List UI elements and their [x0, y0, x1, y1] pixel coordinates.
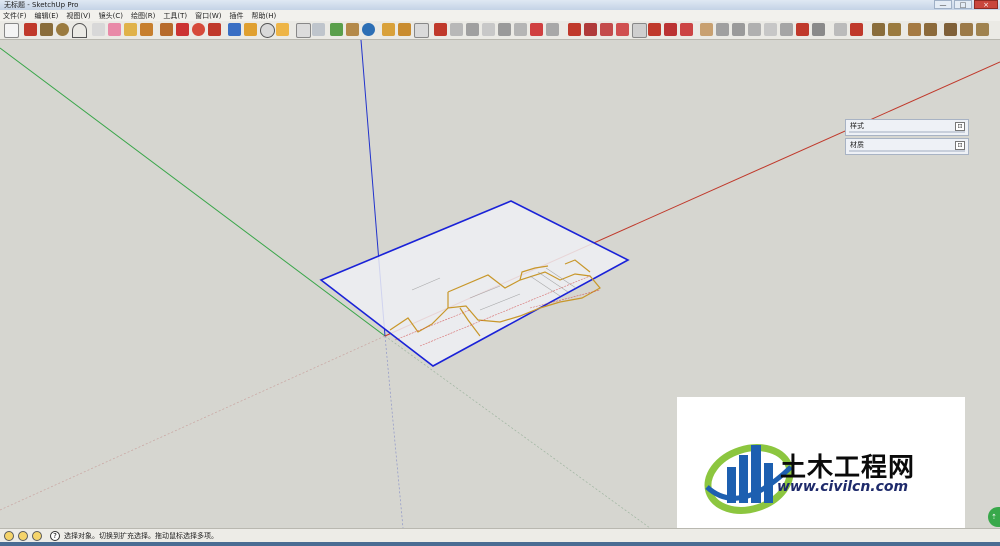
- plugin-tool-16-icon[interactable]: [680, 23, 693, 36]
- menu-file[interactable]: 文件(F): [3, 11, 27, 21]
- top-view-icon[interactable]: [398, 23, 411, 36]
- menu-window[interactable]: 窗口(W): [195, 11, 221, 21]
- pencil-tool-icon[interactable]: [24, 23, 37, 36]
- plugin-tool-2-icon[interactable]: [450, 23, 463, 36]
- zoom-extents-icon[interactable]: [276, 23, 289, 36]
- plugin-tool-13-icon[interactable]: [632, 23, 647, 38]
- front-view-icon[interactable]: [414, 23, 429, 38]
- menu-tools[interactable]: 工具(T): [163, 11, 187, 21]
- selected-floorplan-image[interactable]: [319, 200, 630, 367]
- eraser-tool-icon[interactable]: [108, 23, 121, 36]
- menu-plugins[interactable]: 插件: [229, 11, 243, 21]
- rotate-tool-icon[interactable]: [192, 23, 205, 36]
- title-bar: 无标题 - SketchUp Pro — □ ×: [0, 0, 1000, 10]
- plugin-tool-17-icon[interactable]: [700, 23, 713, 36]
- pin-icon[interactable]: ⊡: [955, 141, 965, 150]
- arc-tool-icon[interactable]: [72, 23, 87, 38]
- plugin-tool-30-icon[interactable]: [924, 23, 937, 36]
- plugin-tool-23-icon[interactable]: [796, 23, 809, 36]
- menu-help[interactable]: 帮助(H): [251, 11, 276, 21]
- pin-icon[interactable]: ⊡: [955, 122, 965, 131]
- watermark-url: www.civilcn.com: [777, 479, 909, 495]
- plugin-tool-1-icon[interactable]: [434, 23, 447, 36]
- plugin-tool-6-icon[interactable]: [514, 23, 527, 36]
- plugin-tool-29-icon[interactable]: [908, 23, 921, 36]
- geo-location-icon[interactable]: [362, 23, 375, 36]
- make-component-icon[interactable]: [92, 23, 105, 36]
- orbit-tool-icon[interactable]: [228, 23, 241, 36]
- styles-tray-label: 样式: [850, 122, 864, 130]
- main-toolbar: [0, 21, 1000, 40]
- plugin-tool-32-icon[interactable]: [960, 23, 973, 36]
- iso-view-icon[interactable]: [382, 23, 395, 36]
- account-status-icon[interactable]: [32, 531, 42, 541]
- materials-tray-label: 材质: [850, 141, 864, 149]
- tape-measure-icon[interactable]: [124, 23, 137, 36]
- blue-axis-hidden: [384, 335, 404, 528]
- green-axis-hidden: [384, 335, 651, 528]
- plugin-tool-10-icon[interactable]: [584, 23, 597, 36]
- menu-camera[interactable]: 镜头(C): [99, 11, 123, 21]
- select-tool-icon[interactable]: [4, 23, 19, 38]
- plugin-tool-33-icon[interactable]: [976, 23, 989, 36]
- plugin-tool-31-icon[interactable]: [944, 23, 957, 36]
- position-camera-icon[interactable]: [346, 23, 359, 36]
- plugin-tool-20-icon[interactable]: [748, 23, 761, 36]
- plugin-tool-25-icon[interactable]: [834, 23, 847, 36]
- zoom-tool-icon[interactable]: [260, 23, 275, 38]
- help-icon[interactable]: ?: [50, 531, 60, 541]
- plugin-tool-27-icon[interactable]: [872, 23, 885, 36]
- rectangle-tool-icon[interactable]: [40, 23, 53, 36]
- plugin-tool-26-icon[interactable]: [850, 23, 863, 36]
- plugin-tool-9-icon[interactable]: [568, 23, 581, 36]
- plugin-tool-7-icon[interactable]: [530, 23, 543, 36]
- green-axis: [0, 47, 386, 337]
- minimize-button[interactable]: —: [934, 0, 952, 9]
- styles-tray[interactable]: 样式 ⊡: [845, 119, 969, 136]
- materials-tray[interactable]: 材质 ⊡: [845, 138, 969, 155]
- os-taskbar: [0, 542, 1000, 546]
- red-axis-hidden: [0, 335, 386, 511]
- section-plane-icon[interactable]: [296, 23, 311, 38]
- move-tool-icon[interactable]: [160, 23, 173, 36]
- plugin-tool-14-icon[interactable]: [648, 23, 661, 36]
- plugin-tool-5-icon[interactable]: [498, 23, 511, 36]
- walk-tool-icon[interactable]: [330, 23, 343, 36]
- close-button[interactable]: ×: [974, 0, 998, 9]
- get-models-icon[interactable]: [312, 23, 325, 36]
- paint-bucket-icon[interactable]: [140, 23, 153, 36]
- plugin-tool-3-icon[interactable]: [466, 23, 479, 36]
- menu-draw[interactable]: 绘图(R): [131, 11, 155, 21]
- window-title: 无标题 - SketchUp Pro: [4, 1, 79, 9]
- maximize-button[interactable]: □: [954, 0, 972, 9]
- plugin-tool-4-icon[interactable]: [482, 23, 495, 36]
- plugin-tool-24-icon[interactable]: [812, 23, 825, 36]
- plugin-tool-18-icon[interactable]: [716, 23, 729, 36]
- tray-divider: [849, 150, 965, 152]
- credits-status-icon[interactable]: [18, 531, 28, 541]
- status-bar: ? 选择对象。切换到扩充选择。拖动鼠标选择多项。: [0, 528, 1000, 543]
- tray-divider: [849, 131, 965, 133]
- follow-me-icon[interactable]: [208, 23, 221, 36]
- menu-edit[interactable]: 编辑(E): [35, 11, 59, 21]
- watermark-logo: 土木工程网 www.civilcn.com: [677, 397, 965, 537]
- status-message: 选择对象。切换到扩充选择。拖动鼠标选择多项。: [64, 532, 218, 540]
- plugin-tool-8-icon[interactable]: [546, 23, 559, 36]
- plugin-tool-21-icon[interactable]: [764, 23, 777, 36]
- plugin-tool-22-icon[interactable]: [780, 23, 793, 36]
- geo-status-icon[interactable]: [4, 531, 14, 541]
- plugin-tool-15-icon[interactable]: [664, 23, 677, 36]
- plugin-tool-11-icon[interactable]: [600, 23, 613, 36]
- plugin-tool-19-icon[interactable]: [732, 23, 745, 36]
- pan-tool-icon[interactable]: [244, 23, 257, 36]
- push-pull-icon[interactable]: [176, 23, 189, 36]
- circle-tool-icon[interactable]: [56, 23, 69, 36]
- menu-view[interactable]: 视图(V): [66, 11, 90, 21]
- plugin-tool-28-icon[interactable]: [888, 23, 901, 36]
- menu-bar: 文件(F) 编辑(E) 视图(V) 镜头(C) 绘图(R) 工具(T) 窗口(W…: [0, 10, 1000, 21]
- plugin-tool-12-icon[interactable]: [616, 23, 629, 36]
- window-controls: — □ ×: [934, 0, 998, 9]
